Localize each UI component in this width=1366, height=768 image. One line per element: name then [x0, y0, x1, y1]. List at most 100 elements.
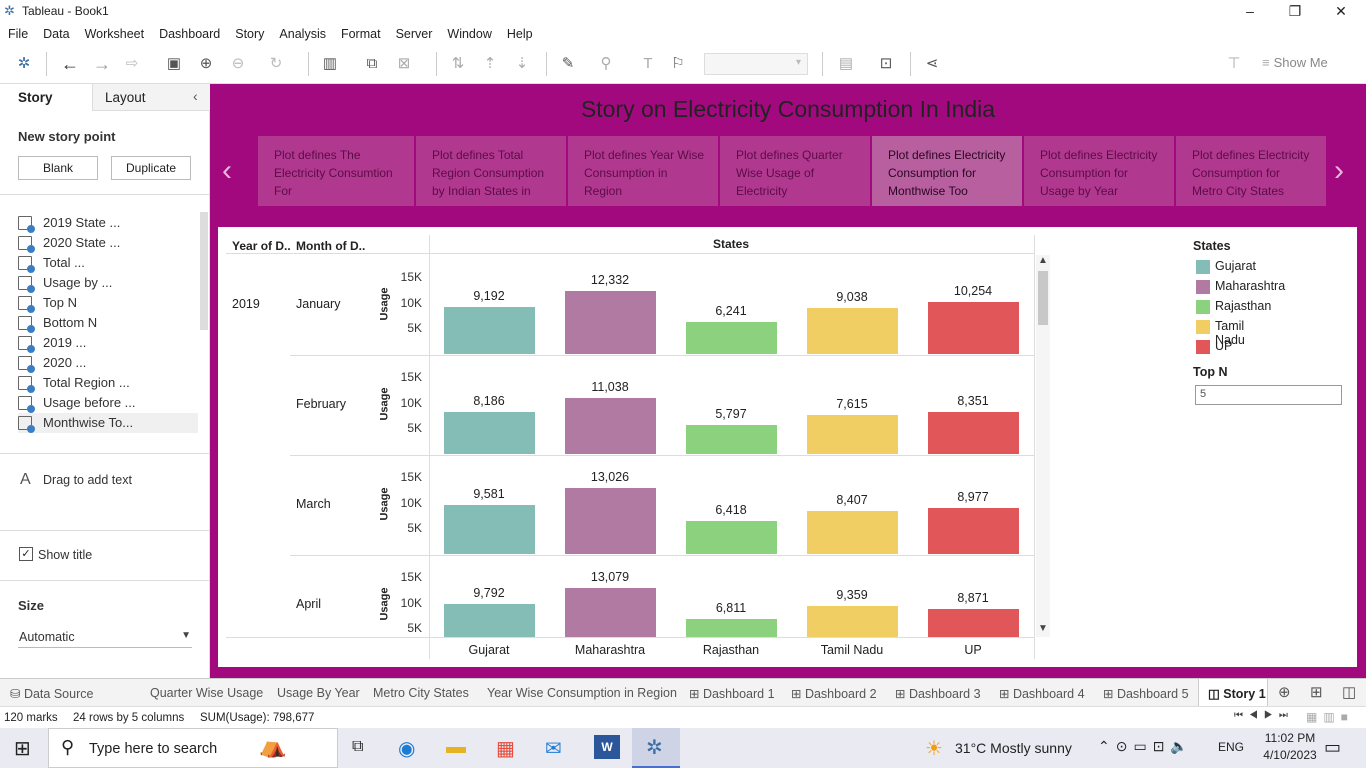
sheet-item[interactable]: 2019 ...: [18, 333, 198, 353]
menu-window[interactable]: Window: [439, 22, 498, 41]
clock-date[interactable]: 4/10/2023: [1256, 748, 1324, 762]
new-datasource-icon[interactable]: ⊕: [196, 54, 216, 74]
tab-story[interactable]: Story: [18, 90, 53, 105]
sheet-item[interactable]: Top N: [18, 293, 198, 313]
sheet-item[interactable]: Usage by ...: [18, 273, 198, 293]
menu-analysis[interactable]: Analysis: [271, 22, 333, 41]
duplicate-button[interactable]: Duplicate: [111, 156, 191, 180]
tab-dashboard[interactable]: ⊞ Dashboard 4: [999, 686, 1085, 701]
bar-gujarat[interactable]: [444, 412, 535, 454]
tab-dashboard[interactable]: ⊞ Dashboard 1: [689, 686, 775, 701]
edge-icon[interactable]: ◉: [398, 736, 415, 761]
sheet-item-selected[interactable]: Monthwise To...: [18, 413, 198, 433]
blank-button[interactable]: Blank: [18, 156, 98, 180]
format-painter-icon[interactable]: ⊤: [1224, 54, 1244, 74]
replay-icon[interactable]: ⇨: [122, 54, 142, 74]
bar-gujarat[interactable]: [444, 505, 535, 554]
sort-descending-icon[interactable]: ⇣: [512, 54, 532, 74]
bar-rajasthan[interactable]: [686, 521, 777, 554]
maximize-button[interactable]: ❐: [1272, 0, 1318, 22]
show-title-checkbox[interactable]: ✓: [19, 547, 33, 561]
redo-icon[interactable]: →: [92, 54, 112, 74]
bar-tamil-nadu[interactable]: [807, 606, 898, 637]
taskbar-search[interactable]: ⚲ Type here to search ⛺: [48, 728, 338, 768]
bar-rajasthan[interactable]: [686, 619, 777, 637]
tab-sheet[interactable]: Metro City States: [373, 686, 469, 700]
sheet-item[interactable]: Usage before ...: [18, 393, 198, 413]
tab-layout-container[interactable]: Layout ‹: [92, 84, 210, 111]
new-worksheet-icon[interactable]: ▥: [320, 54, 340, 74]
bar-up[interactable]: [928, 508, 1019, 554]
sheet-item[interactable]: Total Region ...: [18, 373, 198, 393]
fit-dropdown[interactable]: ▾: [704, 53, 808, 75]
tab-sheet[interactable]: Usage By Year: [277, 686, 360, 700]
size-dropdown[interactable]: Automatic ▼: [18, 628, 192, 648]
bar-gujarat[interactable]: [444, 604, 535, 637]
new-story-tab-icon[interactable]: ◫: [1342, 683, 1356, 701]
bar-tamil-nadu[interactable]: [807, 511, 898, 554]
swap-icon[interactable]: ⇅: [448, 54, 468, 74]
bar-maharashtra[interactable]: [565, 398, 656, 454]
new-dashboard-tab-icon[interactable]: ⊞: [1310, 683, 1323, 701]
story-point-4[interactable]: Plot defines Quarter Wise Usage of Elect…: [720, 136, 870, 206]
bar-maharashtra[interactable]: [565, 488, 656, 554]
tab-sheet[interactable]: Year Wise Consumption in Region: [487, 686, 677, 700]
word-icon[interactable]: W: [594, 735, 620, 759]
view-mode-icons[interactable]: ▦▥■: [1306, 710, 1354, 724]
tableau-taskbar-icon[interactable]: ✲: [632, 728, 680, 768]
menu-story[interactable]: Story: [227, 22, 271, 41]
bar-tamil-nadu[interactable]: [807, 308, 898, 354]
bar-up[interactable]: [928, 609, 1019, 637]
tab-story-active[interactable]: ◫ Story 1: [1198, 679, 1268, 706]
clock-time[interactable]: 11:02 PM: [1260, 731, 1320, 745]
sheet-item[interactable]: 2020 State ...: [18, 233, 198, 253]
minimize-button[interactable]: –: [1227, 0, 1273, 22]
save-icon[interactable]: ▣: [164, 54, 184, 74]
collapse-pane-icon[interactable]: ‹: [193, 88, 198, 104]
tab-dashboard[interactable]: ⊞ Dashboard 2: [791, 686, 877, 701]
bar-maharashtra[interactable]: [565, 291, 656, 354]
menu-help[interactable]: Help: [499, 22, 540, 41]
topn-input[interactable]: 5: [1195, 385, 1342, 405]
mail-icon[interactable]: ✉: [545, 736, 562, 761]
highlight-icon[interactable]: ✎: [558, 54, 578, 74]
bar-gujarat[interactable]: [444, 307, 535, 354]
story-point-2[interactable]: Plot defines Total Region Consumption by…: [416, 136, 566, 206]
undo-icon[interactable]: ←: [60, 54, 80, 74]
next-story-point-icon[interactable]: ›: [1334, 154, 1344, 188]
new-worksheet-tab-icon[interactable]: ⊕: [1278, 683, 1291, 701]
story-point-7[interactable]: Plot defines Electricity Consumption for…: [1176, 136, 1326, 206]
tableau-home-icon[interactable]: ✲: [14, 54, 34, 74]
language-indicator[interactable]: ENG: [1218, 740, 1244, 754]
labels-icon[interactable]: T: [638, 54, 658, 74]
menu-dashboard[interactable]: Dashboard: [151, 22, 227, 41]
duplicate-sheet-icon[interactable]: ⧉: [362, 54, 382, 74]
menu-data[interactable]: Data: [35, 22, 76, 41]
menu-format[interactable]: Format: [333, 22, 388, 41]
task-view-icon[interactable]: ⧉: [352, 738, 363, 756]
sheet-item[interactable]: 2019 State ...: [18, 213, 198, 233]
refresh-icon[interactable]: ↻: [266, 54, 286, 74]
scroll-down-icon[interactable]: ▼: [1038, 623, 1048, 634]
bar-maharashtra[interactable]: [565, 588, 656, 637]
bar-up[interactable]: [928, 302, 1019, 354]
bar-rajasthan[interactable]: [686, 322, 777, 354]
sheet-item[interactable]: Total ...: [18, 253, 198, 273]
close-button[interactable]: ✕: [1318, 0, 1364, 22]
sheet-item[interactable]: 2020 ...: [18, 353, 198, 373]
story-point-5-active[interactable]: Plot defines Electricity Consumption for…: [872, 136, 1022, 206]
scrollbar-thumb[interactable]: [1038, 271, 1048, 325]
system-tray-icons[interactable]: ⌃⊙▭⊡🔈: [1098, 738, 1194, 755]
bar-tamil-nadu[interactable]: [807, 415, 898, 454]
show-cards-icon[interactable]: ▤: [836, 54, 856, 74]
menu-worksheet[interactable]: Worksheet: [77, 22, 152, 41]
presentation-mode-icon[interactable]: ⊡: [876, 54, 896, 74]
sheet-nav-icons[interactable]: ⏮◀▶⏭: [1234, 710, 1294, 721]
datasource-icon[interactable]: ⊖: [228, 54, 248, 74]
tab-sheet[interactable]: Quarter Wise Usage: [150, 686, 263, 700]
file-explorer-icon[interactable]: ▬: [446, 736, 466, 759]
menu-file[interactable]: File: [0, 22, 35, 41]
sheet-item[interactable]: Bottom N: [18, 313, 198, 333]
viz-vertical-scrollbar[interactable]: ▲ ▼: [1036, 255, 1050, 637]
sort-ascending-icon[interactable]: ⇡: [480, 54, 500, 74]
